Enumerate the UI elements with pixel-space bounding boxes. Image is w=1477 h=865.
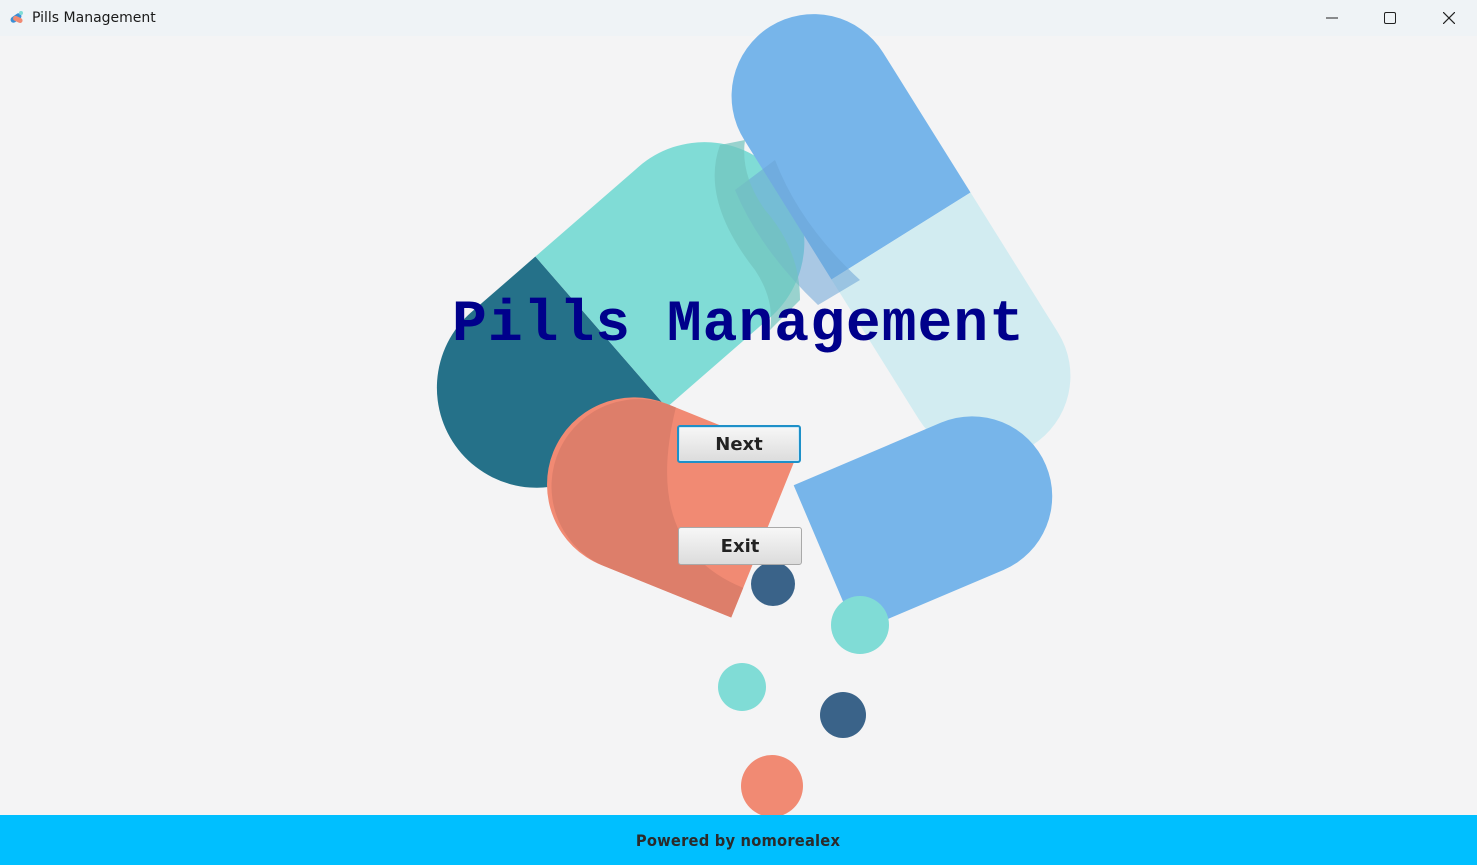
footer-bar: Powered by nomorealex [0,815,1477,865]
dot-navy-1 [751,562,795,606]
page-title: Pills Management [452,293,1025,358]
app-window: Pills Management Pills Management Next E… [0,0,1477,865]
footer-credit: Powered by nomorealex [636,830,841,850]
dot-teal-2 [718,663,766,711]
next-button[interactable]: Next [677,425,801,463]
exit-button[interactable]: Exit [678,527,802,565]
dot-teal-1 [831,596,889,654]
dot-salmon [741,755,803,817]
dot-navy-2 [820,692,866,738]
